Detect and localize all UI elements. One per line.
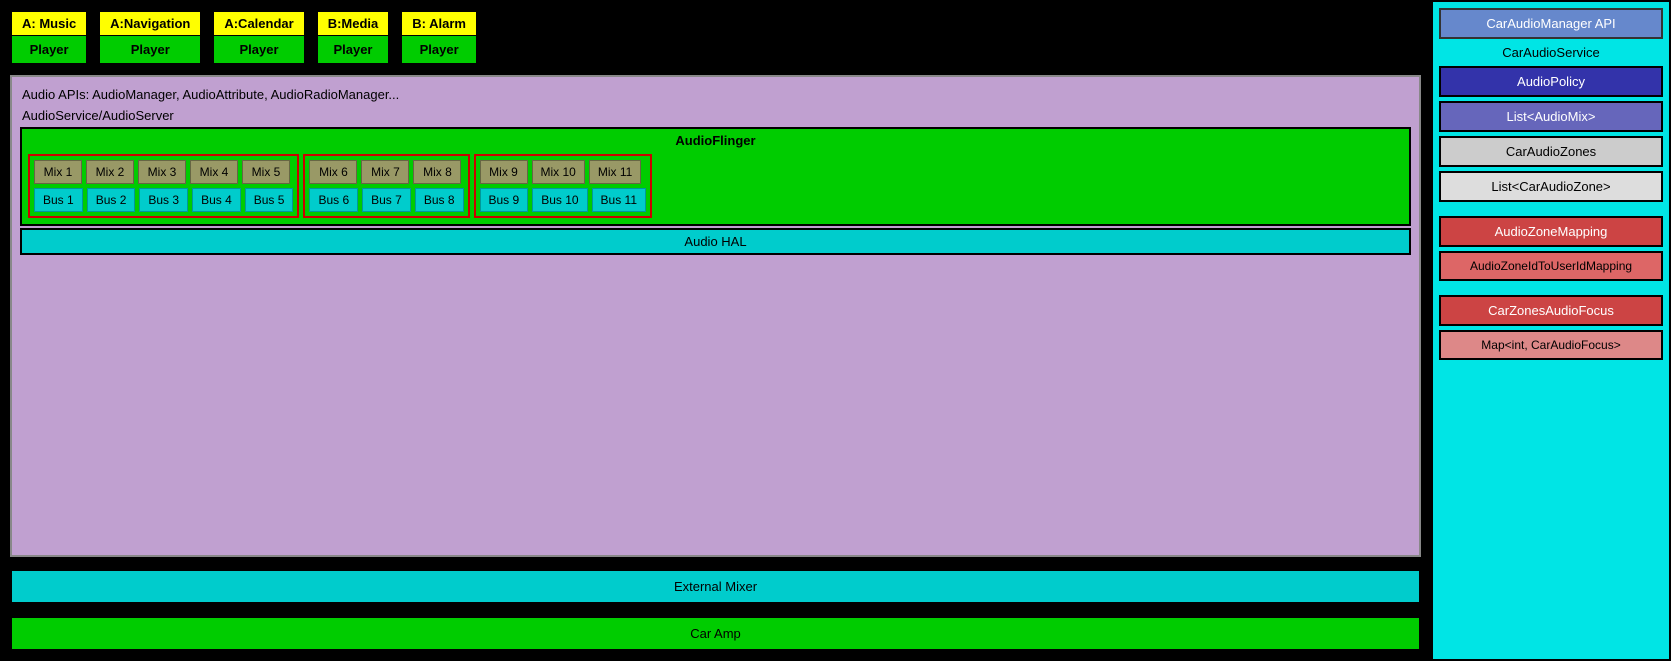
player-navigation-body: Player xyxy=(100,36,200,63)
audio-policy-box: AudioPolicy xyxy=(1439,66,1663,97)
player-calendar-body: Player xyxy=(214,36,303,63)
car-zones-audio-focus-label: CarZonesAudioFocus xyxy=(1488,303,1614,318)
bus-row-2: Bus 6 Bus 7 Bus 8 xyxy=(309,188,463,212)
car-amp-section: Car Amp xyxy=(10,616,1421,651)
map-car-audio-focus-box: Map<int, CarAudioFocus> xyxy=(1439,330,1663,360)
main-diagram: A: Music Player A:Navigation Player A:Ca… xyxy=(0,0,1431,661)
player-media: B:Media Player xyxy=(316,10,391,65)
bus-8: Bus 8 xyxy=(415,188,464,212)
mix-row-2: Mix 6 Mix 7 Mix 8 xyxy=(309,160,463,184)
mix-row-3: Mix 9 Mix 10 Mix 11 xyxy=(480,160,647,184)
arch-container: Audio APIs: AudioManager, AudioAttribute… xyxy=(10,75,1421,557)
zone-group-3: Mix 9 Mix 10 Mix 11 Bus 9 Bus 10 Bus 11 xyxy=(474,154,653,218)
mix-row-1: Mix 1 Mix 2 Mix 3 Mix 4 Mix 5 xyxy=(34,160,293,184)
bus-2: Bus 2 xyxy=(87,188,136,212)
player-alarm-body: Player xyxy=(402,36,476,63)
external-mixer-label: External Mixer xyxy=(674,579,757,594)
player-music-label: A: Music xyxy=(12,12,86,36)
bus-3: Bus 3 xyxy=(139,188,188,212)
bus-9: Bus 9 xyxy=(480,188,529,212)
player-alarm-label: B: Alarm xyxy=(402,12,476,36)
player-navigation: A:Navigation Player xyxy=(98,10,202,65)
mix-11: Mix 11 xyxy=(589,160,641,184)
car-audio-zones-box: CarAudioZones xyxy=(1439,136,1663,167)
audio-zone-id-mapping-box: AudioZoneIdToUserIdMapping xyxy=(1439,251,1663,281)
mix-4: Mix 4 xyxy=(190,160,238,184)
player-music: A: Music Player xyxy=(10,10,88,65)
bus-row-1: Bus 1 Bus 2 Bus 3 Bus 4 Bus 5 xyxy=(34,188,293,212)
mix-10: Mix 10 xyxy=(532,160,585,184)
gap-2 xyxy=(1439,285,1663,291)
audio-hal-section: Audio HAL xyxy=(20,228,1411,255)
players-row: A: Music Player A:Navigation Player A:Ca… xyxy=(10,10,1421,65)
car-audio-manager-api-box: CarAudioManager API xyxy=(1439,8,1663,39)
car-audio-zones-label: CarAudioZones xyxy=(1506,144,1596,159)
audio-apis-label: Audio APIs: AudioManager, AudioAttribute… xyxy=(20,83,1411,106)
car-amp-label: Car Amp xyxy=(690,626,741,641)
player-media-body: Player xyxy=(318,36,389,63)
list-car-audio-zone-box: List<CarAudioZone> xyxy=(1439,171,1663,202)
bus-11: Bus 11 xyxy=(592,188,646,212)
audio-policy-label: AudioPolicy xyxy=(1517,74,1585,89)
mix-3: Mix 3 xyxy=(138,160,186,184)
mix-6: Mix 6 xyxy=(309,160,357,184)
player-navigation-label: A:Navigation xyxy=(100,12,200,36)
car-audio-manager-api-label: CarAudioManager API xyxy=(1486,16,1615,31)
list-audio-mix-box: List<AudioMix> xyxy=(1439,101,1663,132)
audio-flinger-label: AudioFlinger xyxy=(28,133,1403,148)
audio-zone-mapping-label: AudioZoneMapping xyxy=(1495,224,1608,239)
player-alarm: B: Alarm Player xyxy=(400,10,478,65)
map-car-audio-focus-label: Map<int, CarAudioFocus> xyxy=(1481,338,1620,352)
bus-5: Bus 5 xyxy=(245,188,294,212)
car-zones-audio-focus-box: CarZonesAudioFocus xyxy=(1439,295,1663,326)
zone-group-2: Mix 6 Mix 7 Mix 8 Bus 6 Bus 7 Bus 8 xyxy=(303,154,469,218)
list-car-audio-zone-label: List<CarAudioZone> xyxy=(1491,179,1610,194)
mix-buses-wrapper: Mix 1 Mix 2 Mix 3 Mix 4 Mix 5 Bus 1 Bus … xyxy=(28,154,1403,218)
audio-zone-id-mapping-label: AudioZoneIdToUserIdMapping xyxy=(1470,259,1632,273)
player-music-body: Player xyxy=(12,36,86,63)
bus-6: Bus 6 xyxy=(309,188,358,212)
audio-zone-mapping-box: AudioZoneMapping xyxy=(1439,216,1663,247)
bus-4: Bus 4 xyxy=(192,188,241,212)
audio-service-label: AudioService/AudioServer xyxy=(20,106,1411,127)
mix-8: Mix 8 xyxy=(413,160,461,184)
right-panel: CarAudioManager API CarAudioService Audi… xyxy=(1431,0,1671,661)
mix-2: Mix 2 xyxy=(86,160,134,184)
mix-7: Mix 7 xyxy=(361,160,409,184)
gap-1 xyxy=(1439,206,1663,212)
external-mixer-section: External Mixer xyxy=(10,569,1421,604)
mix-1: Mix 1 xyxy=(34,160,82,184)
audio-hal-label: Audio HAL xyxy=(684,234,746,249)
player-media-label: B:Media xyxy=(318,12,389,36)
bus-7: Bus 7 xyxy=(362,188,411,212)
list-audio-mix-label: List<AudioMix> xyxy=(1507,109,1596,124)
zone-group-1: Mix 1 Mix 2 Mix 3 Mix 4 Mix 5 Bus 1 Bus … xyxy=(28,154,299,218)
audio-flinger-section: AudioFlinger Mix 1 Mix 2 Mix 3 Mix 4 Mix… xyxy=(20,127,1411,226)
bus-row-3: Bus 9 Bus 10 Bus 11 xyxy=(480,188,647,212)
car-audio-service-label: CarAudioService xyxy=(1439,43,1663,62)
bus-1: Bus 1 xyxy=(34,188,83,212)
mix-5: Mix 5 xyxy=(242,160,290,184)
bus-10: Bus 10 xyxy=(532,188,587,212)
mix-9: Mix 9 xyxy=(480,160,528,184)
player-calendar: A:Calendar Player xyxy=(212,10,305,65)
player-calendar-label: A:Calendar xyxy=(214,12,303,36)
